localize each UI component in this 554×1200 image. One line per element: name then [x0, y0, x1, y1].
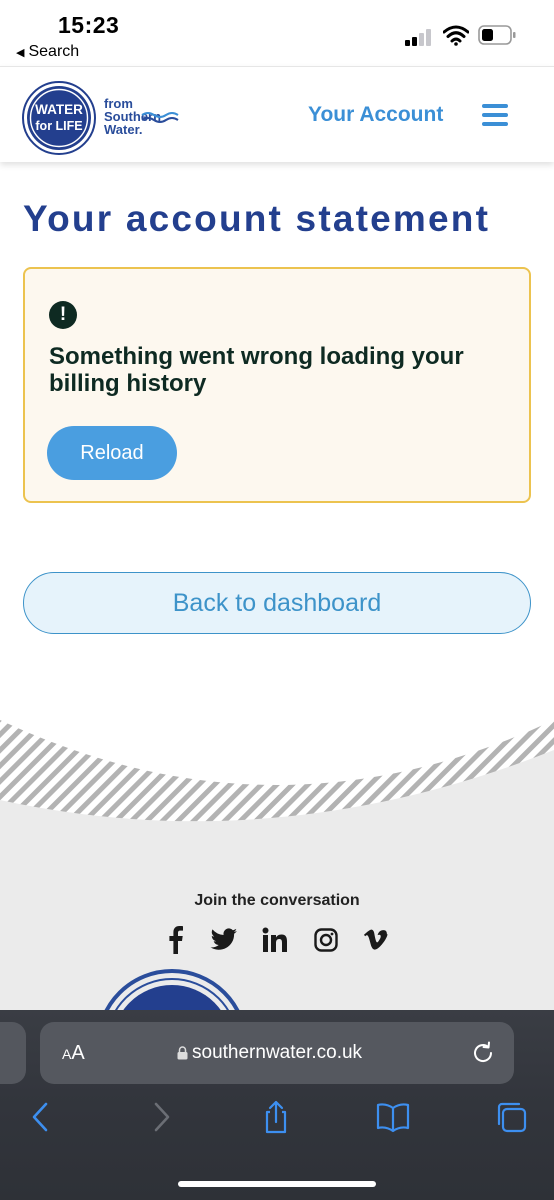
battery-icon: [478, 25, 516, 45]
address-bar[interactable]: AA southernwater.co.uk: [40, 1022, 514, 1084]
hamburger-menu-icon[interactable]: [482, 104, 508, 126]
social-links: [162, 926, 392, 956]
back-arrow-icon[interactable]: [24, 1100, 58, 1134]
back-to-search-label: Search: [28, 43, 80, 60]
triangle-left-icon: ◀: [16, 47, 25, 59]
cellular-signal-icon: [405, 28, 435, 46]
logo-line-2: for LIFE: [35, 119, 82, 133]
site-header: WATER for LIFE from Southern Water. Your…: [0, 66, 554, 162]
error-message: Something went wrong loading your billin…: [49, 343, 464, 397]
instagram-icon[interactable]: [314, 926, 338, 954]
logo-line-1: WATER: [35, 102, 83, 117]
back-to-search-link[interactable]: ◀ Search: [16, 43, 79, 61]
back-to-dashboard-button[interactable]: Back to dashboard: [23, 572, 531, 634]
reload-page-icon[interactable]: [470, 1040, 496, 1066]
error-alert-card: ! Something went wrong loading your bill…: [23, 267, 531, 503]
southern-water-logo: from Southern Water.: [104, 97, 179, 136]
vimeo-icon[interactable]: [364, 926, 388, 954]
linkedin-icon[interactable]: [262, 926, 288, 954]
wifi-icon: [443, 25, 469, 46]
bookmarks-icon[interactable]: [376, 1100, 410, 1134]
safari-toolbar: AA southernwater.co.uk: [0, 1010, 554, 1200]
browser-nav-row: [0, 1100, 554, 1144]
tabs-icon[interactable]: [494, 1100, 528, 1134]
exclamation-circle-icon: !: [49, 301, 77, 329]
page-title: Your account statement: [23, 198, 491, 239]
lock-icon: [177, 1046, 188, 1060]
reload-button[interactable]: Reload: [47, 426, 177, 480]
twitter-icon[interactable]: [210, 926, 238, 954]
previous-tab-preview[interactable]: [0, 1022, 26, 1084]
facebook-icon[interactable]: [166, 926, 184, 954]
join-conversation-heading: Join the conversation: [194, 892, 360, 909]
your-account-link[interactable]: Your Account: [308, 103, 443, 127]
home-indicator[interactable]: [178, 1181, 376, 1187]
share-icon[interactable]: [259, 1100, 293, 1134]
wave-icon: [141, 112, 179, 123]
text-size-button[interactable]: AA: [62, 1042, 85, 1065]
url-text: southernwater.co.uk: [192, 1042, 363, 1063]
forward-arrow-icon[interactable]: [144, 1100, 178, 1134]
status-time: 15:23: [58, 12, 120, 38]
water-for-life-logo[interactable]: WATER for LIFE: [22, 81, 96, 155]
status-bar: 15:23 ◀ Search: [0, 0, 554, 66]
